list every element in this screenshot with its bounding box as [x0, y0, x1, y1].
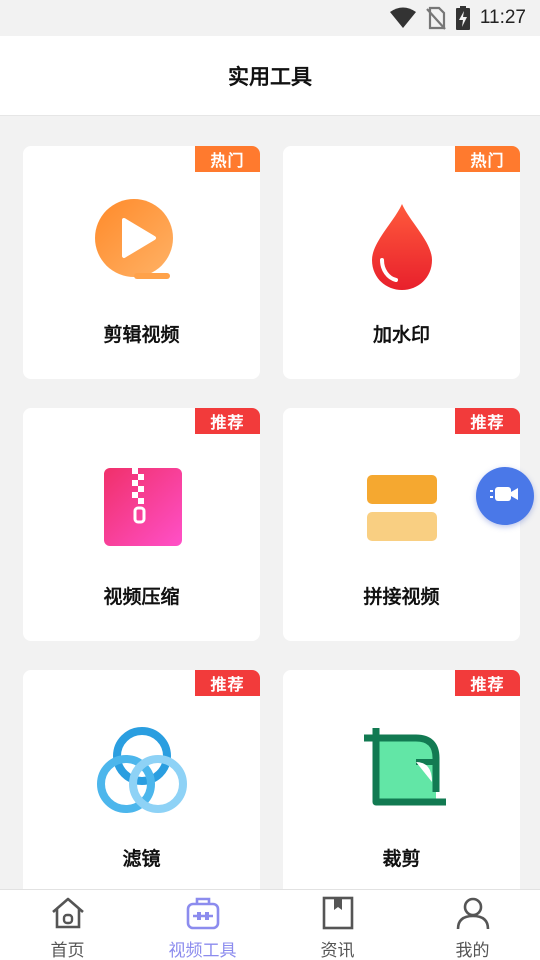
tool-card-edit-video[interactable]: 热门 剪辑视频 [23, 146, 260, 379]
video-camera-icon [490, 483, 520, 509]
tab-label: 视频工具 [168, 941, 237, 960]
recommend-badge: 推荐 [195, 408, 260, 434]
stacked-bars-icon [354, 460, 450, 556]
video-play-icon [94, 198, 190, 294]
tool-label: 剪辑视频 [103, 324, 180, 346]
recommend-badge: 推荐 [455, 670, 520, 696]
wifi-icon [389, 7, 416, 29]
tool-card-crop[interactable]: 推荐 裁剪 [283, 670, 520, 889]
tool-card-merge-video[interactable]: 推荐 拼接视频 [283, 408, 520, 641]
zip-file-icon [94, 460, 190, 556]
bottom-tab-bar: 首页 视频工具 资讯 我的 [0, 889, 540, 960]
tab-mine[interactable]: 我的 [405, 890, 540, 960]
person-icon [455, 896, 491, 934]
tool-label: 视频压缩 [103, 586, 180, 608]
page-title: 实用工具 [228, 64, 312, 89]
status-bar: 11:27 [0, 0, 540, 36]
crop-icon [354, 722, 450, 818]
tab-news[interactable]: 资讯 [270, 890, 405, 960]
floating-camera-button[interactable] [476, 467, 534, 525]
page-header: 实用工具 [0, 36, 540, 116]
tool-label: 加水印 [372, 324, 430, 346]
water-drop-icon [354, 198, 450, 294]
tab-home[interactable]: 首页 [0, 890, 135, 960]
recommend-badge: 推荐 [195, 670, 260, 696]
tab-video-tools[interactable]: 视频工具 [135, 890, 270, 960]
tool-card-compress-video[interactable]: 推荐 视频压缩 [23, 408, 260, 641]
tab-label: 资讯 [320, 941, 355, 960]
battery-charging-icon [455, 6, 470, 30]
tab-label: 我的 [455, 941, 490, 960]
tools-grid: 热门 剪辑视频 热门 加水印 推荐 视频压缩 推荐 拼接视频 推荐 滤镜 推荐 … [0, 117, 540, 889]
bookmark-book-icon [320, 896, 356, 934]
home-icon [50, 896, 86, 934]
clock: 11:27 [479, 7, 526, 28]
hot-badge: 热门 [195, 146, 260, 172]
three-circles-icon [94, 722, 190, 818]
recommend-badge: 推荐 [455, 408, 520, 434]
no-sim-icon [426, 6, 446, 30]
tool-label: 拼接视频 [363, 586, 440, 608]
tool-label: 裁剪 [382, 848, 421, 870]
tab-label: 首页 [50, 941, 85, 960]
toolbox-icon [185, 896, 221, 934]
tool-card-filter[interactable]: 推荐 滤镜 [23, 670, 260, 889]
tool-label: 滤镜 [122, 848, 161, 870]
hot-badge: 热门 [455, 146, 520, 172]
tool-card-add-watermark[interactable]: 热门 加水印 [283, 146, 520, 379]
